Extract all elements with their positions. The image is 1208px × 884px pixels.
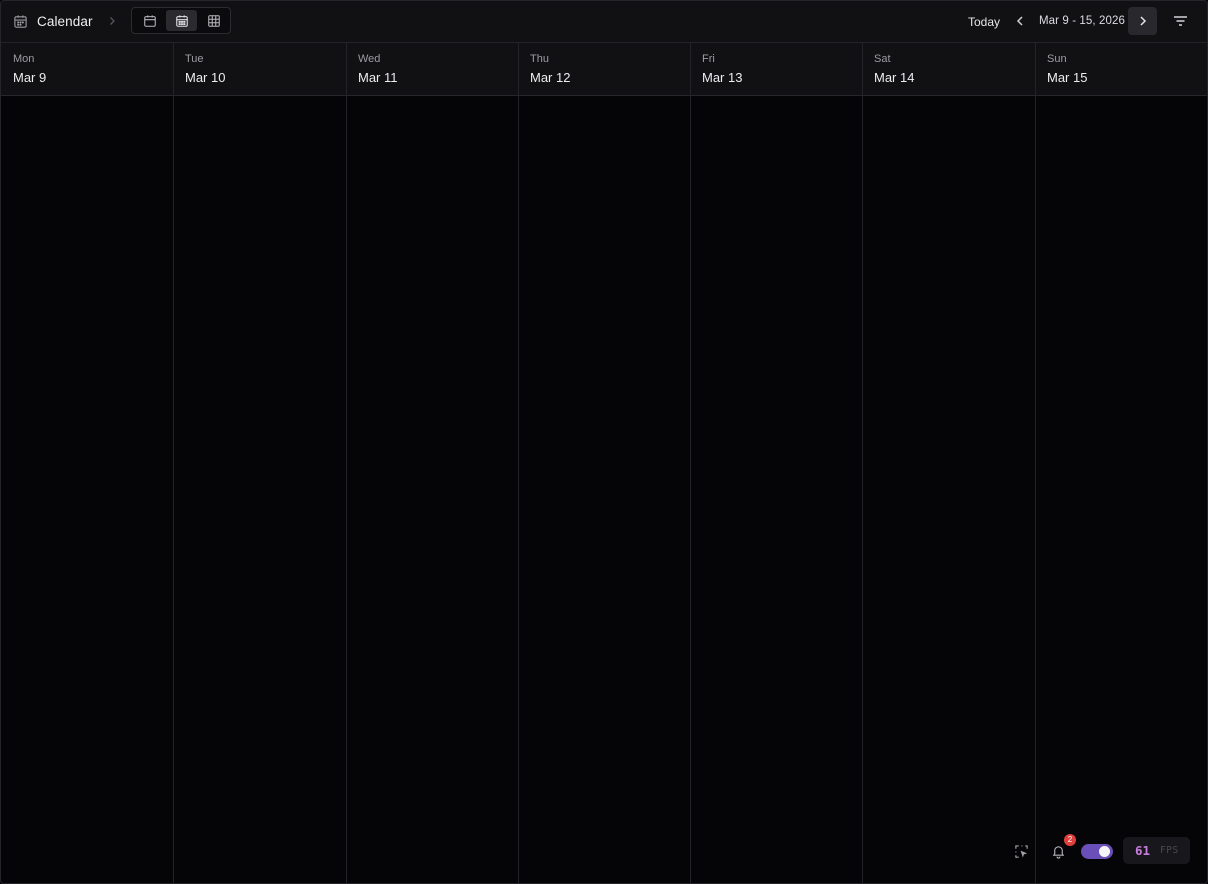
bell-icon[interactable] [1051, 843, 1066, 859]
column-divider [690, 43, 691, 883]
day-header-mon[interactable]: Mon Mar 9 [1, 43, 173, 95]
column-divider [518, 43, 519, 883]
filter-icon[interactable] [1173, 14, 1188, 28]
day-header-fri[interactable]: Fri Mar 13 [690, 43, 862, 95]
fps-counter: 61 FPS [1123, 837, 1190, 864]
select-element-icon[interactable] [1014, 844, 1029, 859]
day-date: Mar 9 [13, 70, 47, 85]
fps-value: 61 [1135, 843, 1151, 858]
day-name: Sun [1047, 53, 1067, 65]
day-header-wed[interactable]: Wed Mar 11 [346, 43, 518, 95]
fps-label: FPS [1160, 845, 1179, 856]
dev-toolbar: 2 61 FPS [1005, 831, 1205, 871]
day-date: Mar 11 [358, 70, 398, 85]
month-view-button[interactable] [198, 10, 229, 31]
calendar-week-icon [175, 14, 188, 27]
day-name: Wed [358, 53, 381, 65]
calendar-icon [143, 14, 156, 27]
date-range-label: Mar 9 - 15, 2026 [1039, 15, 1125, 27]
view-switcher [131, 7, 231, 34]
calendar-icon [14, 15, 27, 28]
day-header-sun[interactable]: Sun Mar 15 [1035, 43, 1207, 95]
day-date: Mar 10 [185, 70, 226, 85]
week-day-header: Mon Mar 9 Tue Mar 10 Wed Mar 11 Thu Mar … [1, 43, 1207, 96]
week-grid[interactable] [1, 96, 1207, 883]
day-header-tue[interactable]: Tue Mar 10 [173, 43, 346, 95]
column-divider [346, 43, 347, 883]
chevron-right-icon [1139, 16, 1146, 26]
next-week-button[interactable] [1128, 7, 1157, 35]
column-divider [173, 43, 174, 883]
day-name: Mon [13, 53, 35, 65]
week-view-button[interactable] [166, 10, 197, 31]
day-name: Thu [530, 53, 549, 65]
page-title: Calendar [37, 14, 93, 29]
breadcrumb-chevron-icon [110, 17, 115, 25]
today-button[interactable]: Today [968, 15, 1000, 29]
day-header-thu[interactable]: Thu Mar 12 [518, 43, 690, 95]
day-name: Fri [702, 53, 715, 65]
notification-count-badge: 2 [1064, 834, 1076, 846]
day-date: Mar 12 [530, 70, 571, 85]
toggle-knob [1099, 846, 1110, 857]
toolbar: Calendar Today Mar 9 - 15, 2026 [1, 1, 1207, 43]
day-name: Tue [185, 53, 204, 65]
day-header-sat[interactable]: Sat Mar 14 [862, 43, 1035, 95]
day-date: Mar 14 [874, 70, 915, 85]
column-divider [862, 43, 863, 883]
calendar-app: Calendar Today Mar 9 - 15, 2026 Mon Mar … [0, 0, 1208, 884]
chevron-left-icon[interactable] [1013, 14, 1027, 28]
dev-mode-toggle[interactable] [1081, 844, 1113, 859]
day-name: Sat [874, 53, 891, 65]
day-date: Mar 13 [702, 70, 743, 85]
grid-icon [207, 14, 220, 27]
day-date: Mar 15 [1047, 70, 1088, 85]
column-divider [1035, 43, 1036, 883]
day-view-button[interactable] [134, 10, 165, 31]
